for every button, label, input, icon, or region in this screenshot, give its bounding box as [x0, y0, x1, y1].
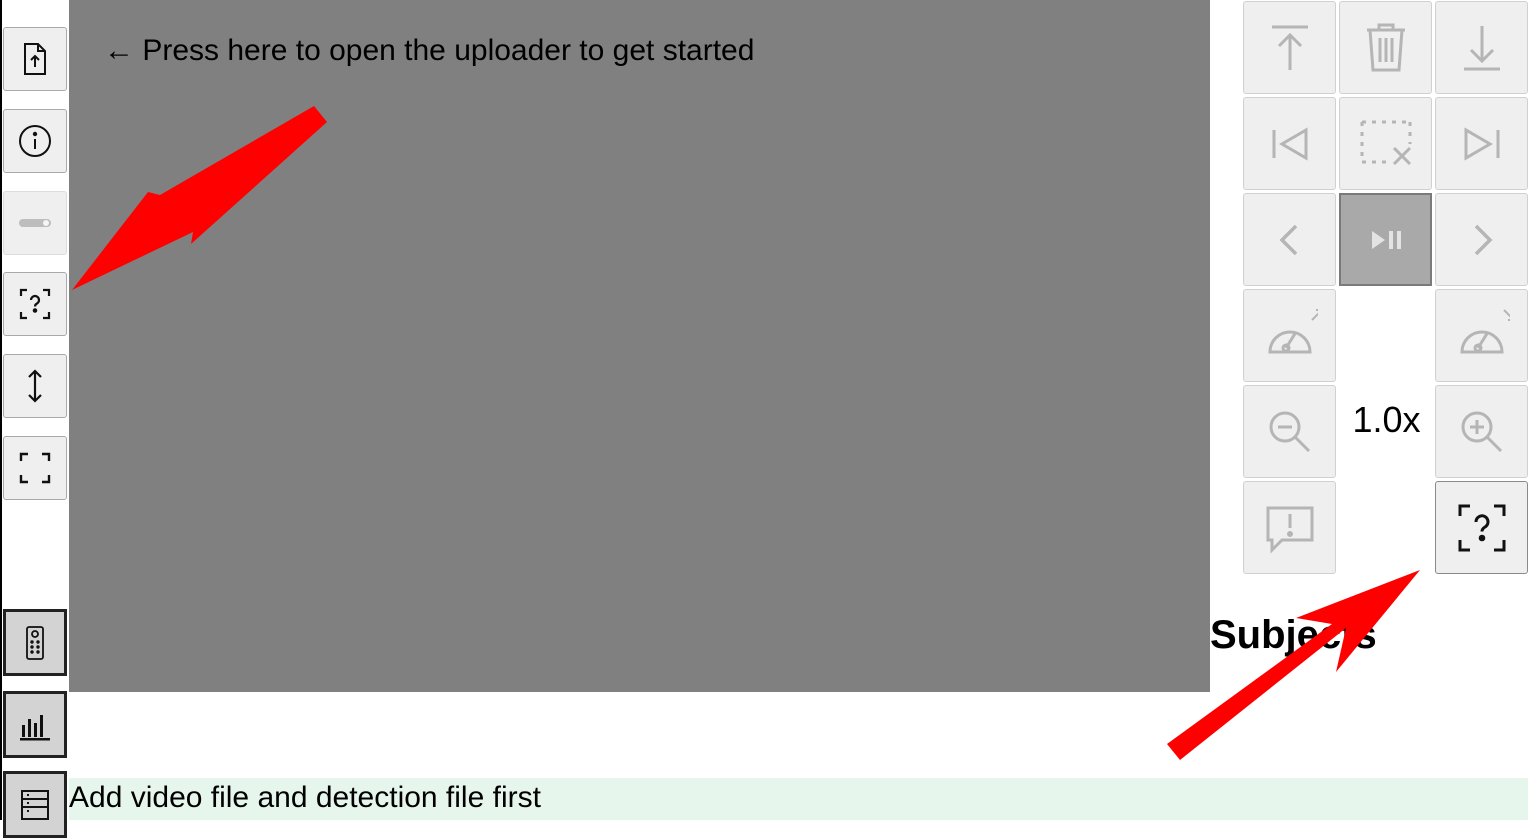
- annotation-arrow-left: [72, 106, 327, 290]
- annotation-arrows: [72, 106, 1420, 760]
- annotation-arrow-right: [1167, 570, 1420, 760]
